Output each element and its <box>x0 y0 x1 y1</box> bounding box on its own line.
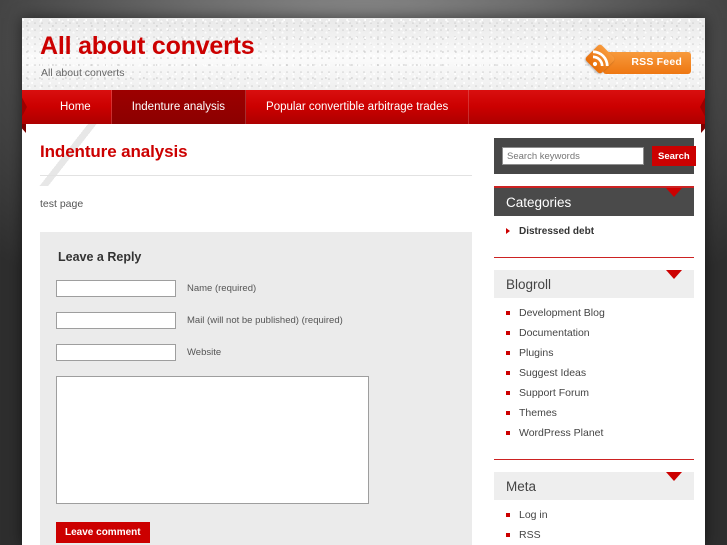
main-navigation: Home Indenture analysis Popular converti… <box>22 90 705 133</box>
chevron-down-icon[interactable] <box>666 270 682 279</box>
nav-list: Home Indenture analysis Popular converti… <box>40 90 470 124</box>
widget-meta-title: Meta <box>506 478 537 494</box>
chevron-down-icon[interactable] <box>666 188 682 197</box>
list-item[interactable]: Suggest Ideas <box>506 367 694 380</box>
nav-item-popular-convertible-arbitrage-trades[interactable]: Popular convertible arbitrage trades <box>246 90 470 124</box>
ribbon-tail-left <box>22 124 26 133</box>
widget-meta: Meta Log in RSS Comments RSS HOSTED BY Y… <box>494 472 694 545</box>
list-item[interactable]: Support Forum <box>506 387 694 400</box>
ribbon-tail-right <box>701 124 705 133</box>
search-input[interactable] <box>502 147 644 165</box>
widget-blogroll: Blogroll Development Blog Documentation … <box>494 270 694 460</box>
chevron-down-icon[interactable] <box>666 472 682 481</box>
page-container: All about converts All about converts RS… <box>22 18 705 545</box>
title-divider <box>40 175 472 176</box>
page-body-text: test page <box>40 198 84 210</box>
comment-textarea[interactable] <box>56 376 369 504</box>
rss-icon <box>584 43 616 75</box>
mail-input[interactable] <box>56 312 176 329</box>
widget-categories-header: Categories <box>494 188 694 216</box>
comment-form: Leave a Reply Name (required) Mail (will… <box>40 232 472 545</box>
comment-form-heading: Leave a Reply <box>58 250 142 264</box>
search-button[interactable]: Search <box>652 146 696 166</box>
widget-bottom-rule <box>494 257 694 258</box>
website-input[interactable] <box>56 344 176 361</box>
field-row-website: Website <box>56 344 456 361</box>
nav-item-indenture-analysis[interactable]: Indenture analysis <box>111 90 247 124</box>
nav-item-home[interactable]: Home <box>40 90 112 124</box>
body-wrapper: Indenture analysis test page Leave a Rep… <box>22 124 705 545</box>
widget-meta-header: Meta <box>494 472 694 500</box>
widget-bottom-rule <box>494 459 694 460</box>
list-item[interactable]: Distressed debt <box>506 225 694 238</box>
leave-comment-button[interactable]: Leave comment <box>56 522 150 543</box>
list-item[interactable]: Development Blog <box>506 307 694 320</box>
website-label: Website <box>187 347 222 358</box>
list-item-log-in[interactable]: Log in <box>506 509 694 522</box>
list-item[interactable]: WordPress Planet <box>506 427 694 440</box>
list-item-rss[interactable]: RSS <box>506 529 694 542</box>
widget-categories-title: Categories <box>506 194 572 210</box>
list-item[interactable]: Plugins <box>506 347 694 360</box>
site-header: All about converts All about converts RS… <box>22 18 705 90</box>
ribbon-notch-right <box>700 90 705 124</box>
mail-label: Mail (will not be published) (required) <box>187 315 343 326</box>
field-row-mail: Mail (will not be published) (required) <box>56 312 456 329</box>
ribbon-notch-left <box>22 90 27 124</box>
site-title: All about converts <box>40 32 255 60</box>
rss-feed-button[interactable]: RSS Feed <box>584 43 691 75</box>
name-label: Name (required) <box>187 283 257 294</box>
list-item[interactable]: Documentation <box>506 327 694 340</box>
list-item[interactable]: Themes <box>506 407 694 420</box>
rss-feed-label: RSS Feed <box>631 56 682 68</box>
name-input[interactable] <box>56 280 176 297</box>
widget-blogroll-header: Blogroll <box>494 270 694 298</box>
sidebar: Search Categories Distressed debt Blogro… <box>494 138 696 545</box>
widget-blogroll-title: Blogroll <box>506 276 552 292</box>
widget-categories: Categories Distressed debt <box>494 186 694 258</box>
search-widget: Search <box>494 138 696 174</box>
categories-list: Distressed debt <box>494 216 694 253</box>
site-tagline: All about converts <box>41 67 125 79</box>
field-row-name: Name (required) <box>56 280 456 297</box>
blogroll-list: Development Blog Documentation Plugins S… <box>494 298 694 455</box>
meta-list: Log in RSS Comments RSS HOSTED BY YAHOO!… <box>494 500 694 545</box>
page-title: Indenture analysis <box>40 142 188 161</box>
main-content: Indenture analysis test page Leave a Rep… <box>22 124 494 545</box>
